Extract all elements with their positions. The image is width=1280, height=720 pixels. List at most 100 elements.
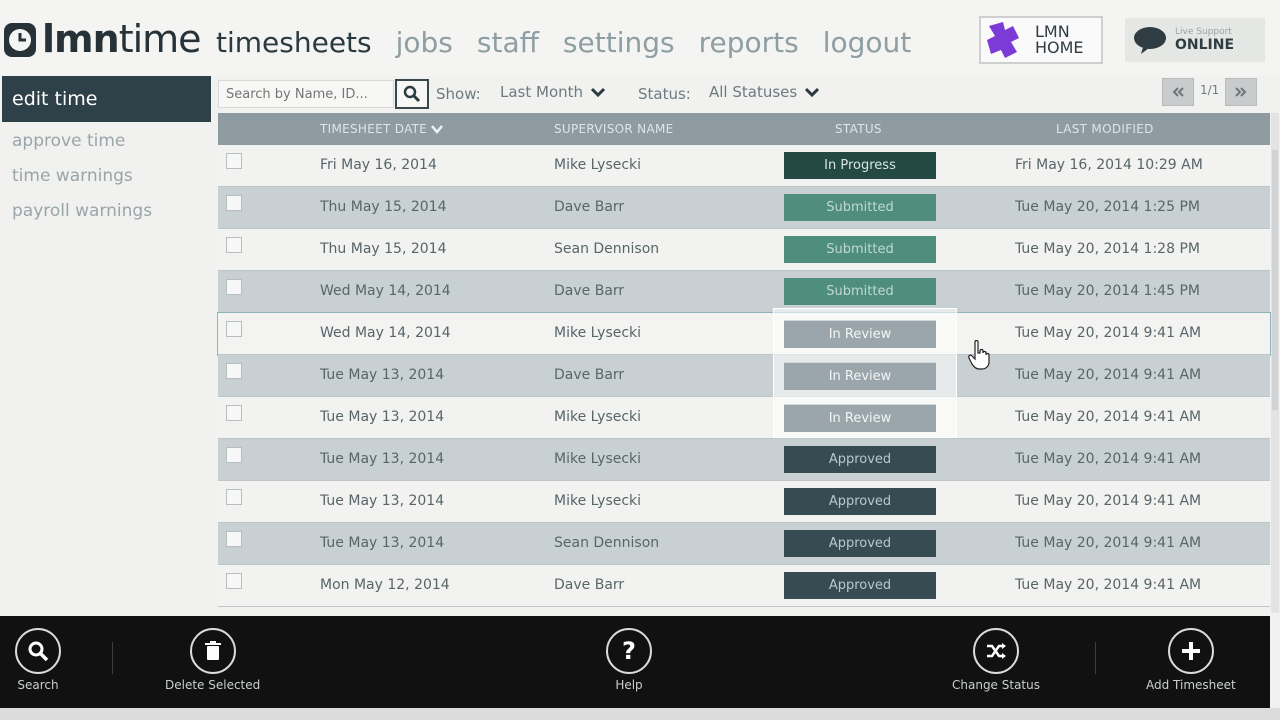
row-checkbox[interactable] — [226, 573, 242, 589]
app-header: lmntime timesheets jobs staff settings r… — [0, 0, 1280, 76]
help-button[interactable]: ? Help — [606, 628, 652, 692]
row-checkbox[interactable] — [226, 237, 242, 253]
cell-supervisor: Dave Barr — [554, 199, 625, 215]
prev-page-button[interactable] — [1162, 78, 1194, 106]
status-badge: Approved — [784, 446, 936, 473]
table-row[interactable]: Tue May 13, 2014 Mike Lysecki Approved Tue … — [218, 439, 1270, 481]
cell-date: Mon May 12, 2014 — [320, 577, 450, 593]
nav-jobs[interactable]: jobs — [396, 26, 453, 59]
nav-staff[interactable]: staff — [477, 26, 539, 59]
search-input[interactable] — [218, 80, 394, 108]
table-row[interactable]: Wed May 14, 2014 Mike Lysecki In Review Tue… — [217, 312, 1271, 356]
table-row[interactable]: Thu May 15, 2014 Sean Dennison Submitted Tu… — [218, 229, 1270, 271]
row-checkbox[interactable] — [226, 363, 242, 379]
chevron-down-icon — [805, 87, 820, 97]
cell-supervisor: Sean Dennison — [554, 241, 660, 257]
show-dropdown[interactable]: Last Month — [500, 83, 606, 101]
search-icon — [28, 641, 49, 662]
sidebar-item-time-warnings[interactable]: time warnings — [12, 166, 133, 186]
table-row[interactable]: Thu May 15, 2014 Dave Barr Submitted Tue Ma… — [218, 187, 1270, 229]
add-timesheet-button[interactable]: Add Timesheet — [1146, 628, 1236, 692]
cell-supervisor: Dave Barr — [554, 577, 625, 593]
cell-date: Thu May 15, 2014 — [320, 199, 447, 215]
nav-timesheets[interactable]: timesheets — [216, 26, 372, 59]
cell-last-modified: Tue May 20, 2014 9:41 AM — [1015, 367, 1202, 383]
cell-date: Tue May 13, 2014 — [320, 367, 445, 383]
cell-supervisor: Mike Lysecki — [554, 451, 642, 467]
cell-date: Wed May 14, 2014 — [320, 325, 451, 341]
timesheets-table: TIMESHEET DATE SUPERVISOR NAME STATUS LA… — [217, 113, 1271, 607]
lmntime-logo[interactable]: lmntime — [2, 14, 202, 64]
cell-last-modified: Tue May 20, 2014 9:41 AM — [1015, 451, 1202, 467]
cell-last-modified: Tue May 20, 2014 1:45 PM — [1015, 283, 1200, 299]
table-row[interactable]: Tue May 13, 2014 Mike Lysecki Approved Tue … — [218, 481, 1270, 523]
table-row[interactable]: Fri May 16, 2014 Mike Lysecki In Progress F… — [218, 145, 1270, 187]
trash-icon — [204, 641, 221, 660]
cell-last-modified: Tue May 20, 2014 9:41 AM — [1015, 409, 1202, 425]
status-dropdown[interactable]: All Statuses — [709, 83, 820, 101]
scrollbar-thumb[interactable] — [1272, 150, 1278, 410]
table-row[interactable]: Tue May 13, 2014 Dave Barr In Review Tue Ma… — [218, 355, 1270, 397]
status-badge: In Review — [784, 404, 936, 431]
change-status-button[interactable]: Change Status — [952, 628, 1040, 692]
col-status[interactable]: STATUS — [835, 122, 882, 136]
status-label: Status: — [638, 85, 691, 103]
cell-last-modified: Tue May 20, 2014 1:25 PM — [1015, 199, 1200, 215]
cell-supervisor: Dave Barr — [554, 367, 625, 383]
table-header: TIMESHEET DATE SUPERVISOR NAME STATUS LA… — [218, 113, 1270, 145]
chevron-down-icon — [591, 87, 606, 97]
table-row[interactable]: Mon May 12, 2014 Dave Barr Approved Tue May… — [218, 565, 1270, 607]
chat-bubble-icon — [1134, 27, 1166, 54]
search-button[interactable] — [395, 79, 429, 109]
filter-bar: Show: Last Month Status: All Statuses 1/… — [218, 78, 1270, 110]
nav-logout[interactable]: logout — [823, 26, 912, 59]
delete-selected-button[interactable]: Delete Selected — [165, 628, 260, 692]
nav-settings[interactable]: settings — [563, 26, 675, 59]
row-checkbox[interactable] — [226, 321, 242, 337]
double-chevron-left-icon — [1172, 87, 1184, 97]
row-checkbox[interactable] — [226, 195, 242, 211]
table-row[interactable]: Tue May 13, 2014 Sean Dennison Approved Tue… — [218, 523, 1270, 565]
lmn-home-button[interactable]: LMN HOME — [979, 16, 1103, 64]
table-row[interactable]: Wed May 14, 2014 Dave Barr Submitted Tue Ma… — [218, 271, 1270, 313]
puzzle-icon — [987, 22, 1019, 58]
col-timesheet-date[interactable]: TIMESHEET DATE — [320, 122, 444, 136]
sidebar-item-approve-time[interactable]: approve time — [12, 131, 125, 151]
status-badge: In Review — [784, 320, 936, 347]
cell-supervisor: Mike Lysecki — [554, 409, 642, 425]
show-label: Show: — [436, 85, 481, 103]
status-badge: Approved — [784, 488, 936, 515]
sidebar-item-edit-time[interactable]: edit time — [2, 76, 211, 122]
row-checkbox[interactable] — [226, 531, 242, 547]
sort-down-icon — [431, 124, 444, 134]
cell-supervisor: Dave Barr — [554, 283, 625, 299]
cell-last-modified: Tue May 20, 2014 1:28 PM — [1015, 241, 1200, 257]
cell-supervisor: Mike Lysecki — [554, 493, 642, 509]
cell-date: Thu May 15, 2014 — [320, 241, 447, 257]
cell-supervisor: Sean Dennison — [554, 535, 660, 551]
logo-clock-icon — [4, 23, 36, 57]
row-checkbox[interactable] — [226, 447, 242, 463]
cell-date: Tue May 13, 2014 — [320, 535, 445, 551]
next-page-button[interactable] — [1225, 78, 1257, 106]
sidebar-item-payroll-warnings[interactable]: payroll warnings — [12, 201, 152, 221]
row-checkbox[interactable] — [226, 405, 242, 421]
search-tool-button[interactable]: Search — [15, 628, 61, 692]
bottom-toolbar: Search Delete Selected ? Help Change Sta… — [0, 616, 1270, 708]
live-support-button[interactable]: Live Support ONLINE — [1125, 18, 1265, 62]
row-checkbox[interactable] — [226, 153, 242, 169]
cell-last-modified: Fri May 16, 2014 10:29 AM — [1015, 157, 1203, 173]
status-badge: Approved — [784, 530, 936, 557]
page-indicator: 1/1 — [1200, 83, 1220, 97]
hand-cursor-icon — [968, 340, 990, 370]
table-row[interactable]: Tue May 13, 2014 Mike Lysecki In Review Tue… — [218, 397, 1270, 439]
col-supervisor-name[interactable]: SUPERVISOR NAME — [554, 122, 673, 136]
cell-last-modified: Tue May 20, 2014 9:41 AM — [1015, 577, 1202, 593]
col-last-modified[interactable]: LAST MODIFIED — [1056, 122, 1154, 136]
cell-date: Tue May 13, 2014 — [320, 409, 445, 425]
status-badge: Approved — [784, 572, 936, 599]
row-checkbox[interactable] — [226, 489, 242, 505]
nav-reports[interactable]: reports — [699, 26, 799, 59]
cell-supervisor: Mike Lysecki — [554, 157, 642, 173]
row-checkbox[interactable] — [226, 279, 242, 295]
